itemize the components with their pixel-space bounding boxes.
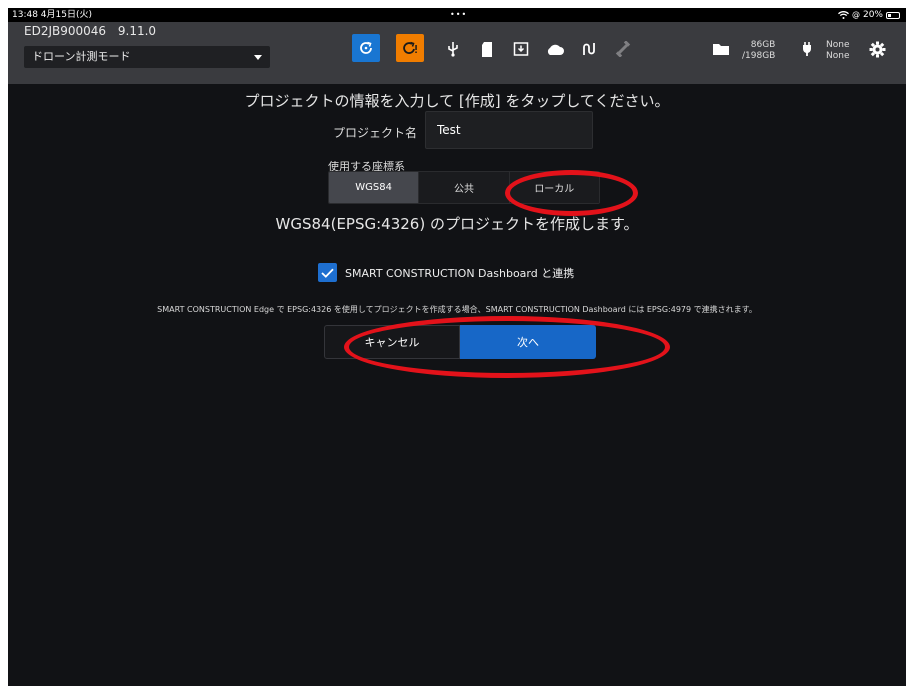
- status-bar: 13:48 4月15日(火) ••• @ 20%: [8, 8, 906, 22]
- mode-select[interactable]: ドローン計測モード: [24, 46, 270, 68]
- dashboard-link-label: SMART CONSTRUCTION Dashboard と連携: [345, 267, 575, 280]
- cancel-button[interactable]: キャンセル: [324, 325, 460, 359]
- device-info: ED2JB900046 9.11.0: [24, 24, 156, 38]
- dashboard-link-checkbox[interactable]: [318, 263, 337, 282]
- next-button[interactable]: 次へ: [460, 325, 596, 359]
- mode-select-value: ドローン計測モード: [32, 50, 131, 63]
- status-time: 13:48 4月15日(火): [12, 10, 92, 20]
- gear-icon: [869, 41, 885, 57]
- coord-option-local[interactable]: ローカル: [508, 172, 599, 203]
- app-version: 9.11.0: [117, 24, 157, 38]
- plug-icon: [796, 38, 818, 60]
- multitask-dots[interactable]: •••: [450, 8, 467, 22]
- epsg-note: SMART CONSTRUCTION Edge で EPSG:4326 を使用し…: [157, 305, 757, 314]
- coord-system-selector: WGS84 公共 ローカル: [328, 171, 600, 204]
- cloud-icon: [544, 38, 566, 60]
- power-none-1: None: [826, 40, 850, 50]
- refresh-button[interactable]: [352, 34, 380, 62]
- app-screen: 13:48 4月15日(火) ••• @ 20% ED2JB900046 9.1…: [8, 8, 906, 686]
- chevron-down-icon: [254, 55, 262, 60]
- coord-option-public[interactable]: 公共: [418, 172, 509, 203]
- instruction-text: プロジェクトの情報を入力して [作成] をタップしてください。: [244, 92, 670, 110]
- project-name-input[interactable]: [425, 111, 593, 149]
- project-name-label: プロジェクト名: [333, 126, 418, 140]
- checkmark-icon: [321, 268, 334, 278]
- power-none-2: None: [826, 51, 850, 61]
- create-message: WGS84(EPSG:4326) のプロジェクトを作成します。: [275, 215, 639, 233]
- storage-info: 86GB /198GB: [742, 40, 775, 62]
- rotation-lock-icon: @: [851, 10, 860, 19]
- refresh-alert-button[interactable]: [396, 34, 424, 62]
- folder-icon: [710, 38, 732, 60]
- settings-button[interactable]: [866, 38, 888, 60]
- device-id: ED2JB900046: [24, 24, 107, 38]
- download-icon: [510, 38, 532, 60]
- satellite-icon: [612, 38, 634, 60]
- storage-used: 86GB: [750, 40, 776, 50]
- sd-card-icon: [476, 38, 498, 60]
- refresh-icon: [360, 41, 372, 54]
- coord-option-wgs84[interactable]: WGS84: [329, 172, 419, 203]
- status-right: @ 20%: [838, 8, 900, 22]
- battery-icon: [886, 11, 900, 19]
- refresh-alert-icon: [403, 41, 417, 54]
- storage-total: /198GB: [742, 51, 776, 61]
- power-status: None None: [826, 40, 849, 62]
- wifi-icon: [838, 11, 849, 19]
- signal-icon: [578, 38, 600, 60]
- battery-percent: 20%: [862, 10, 883, 20]
- app-header: ED2JB900046 9.11.0 ドローン計測モード 86GB /198GB…: [8, 22, 906, 84]
- usb-icon: [442, 38, 464, 60]
